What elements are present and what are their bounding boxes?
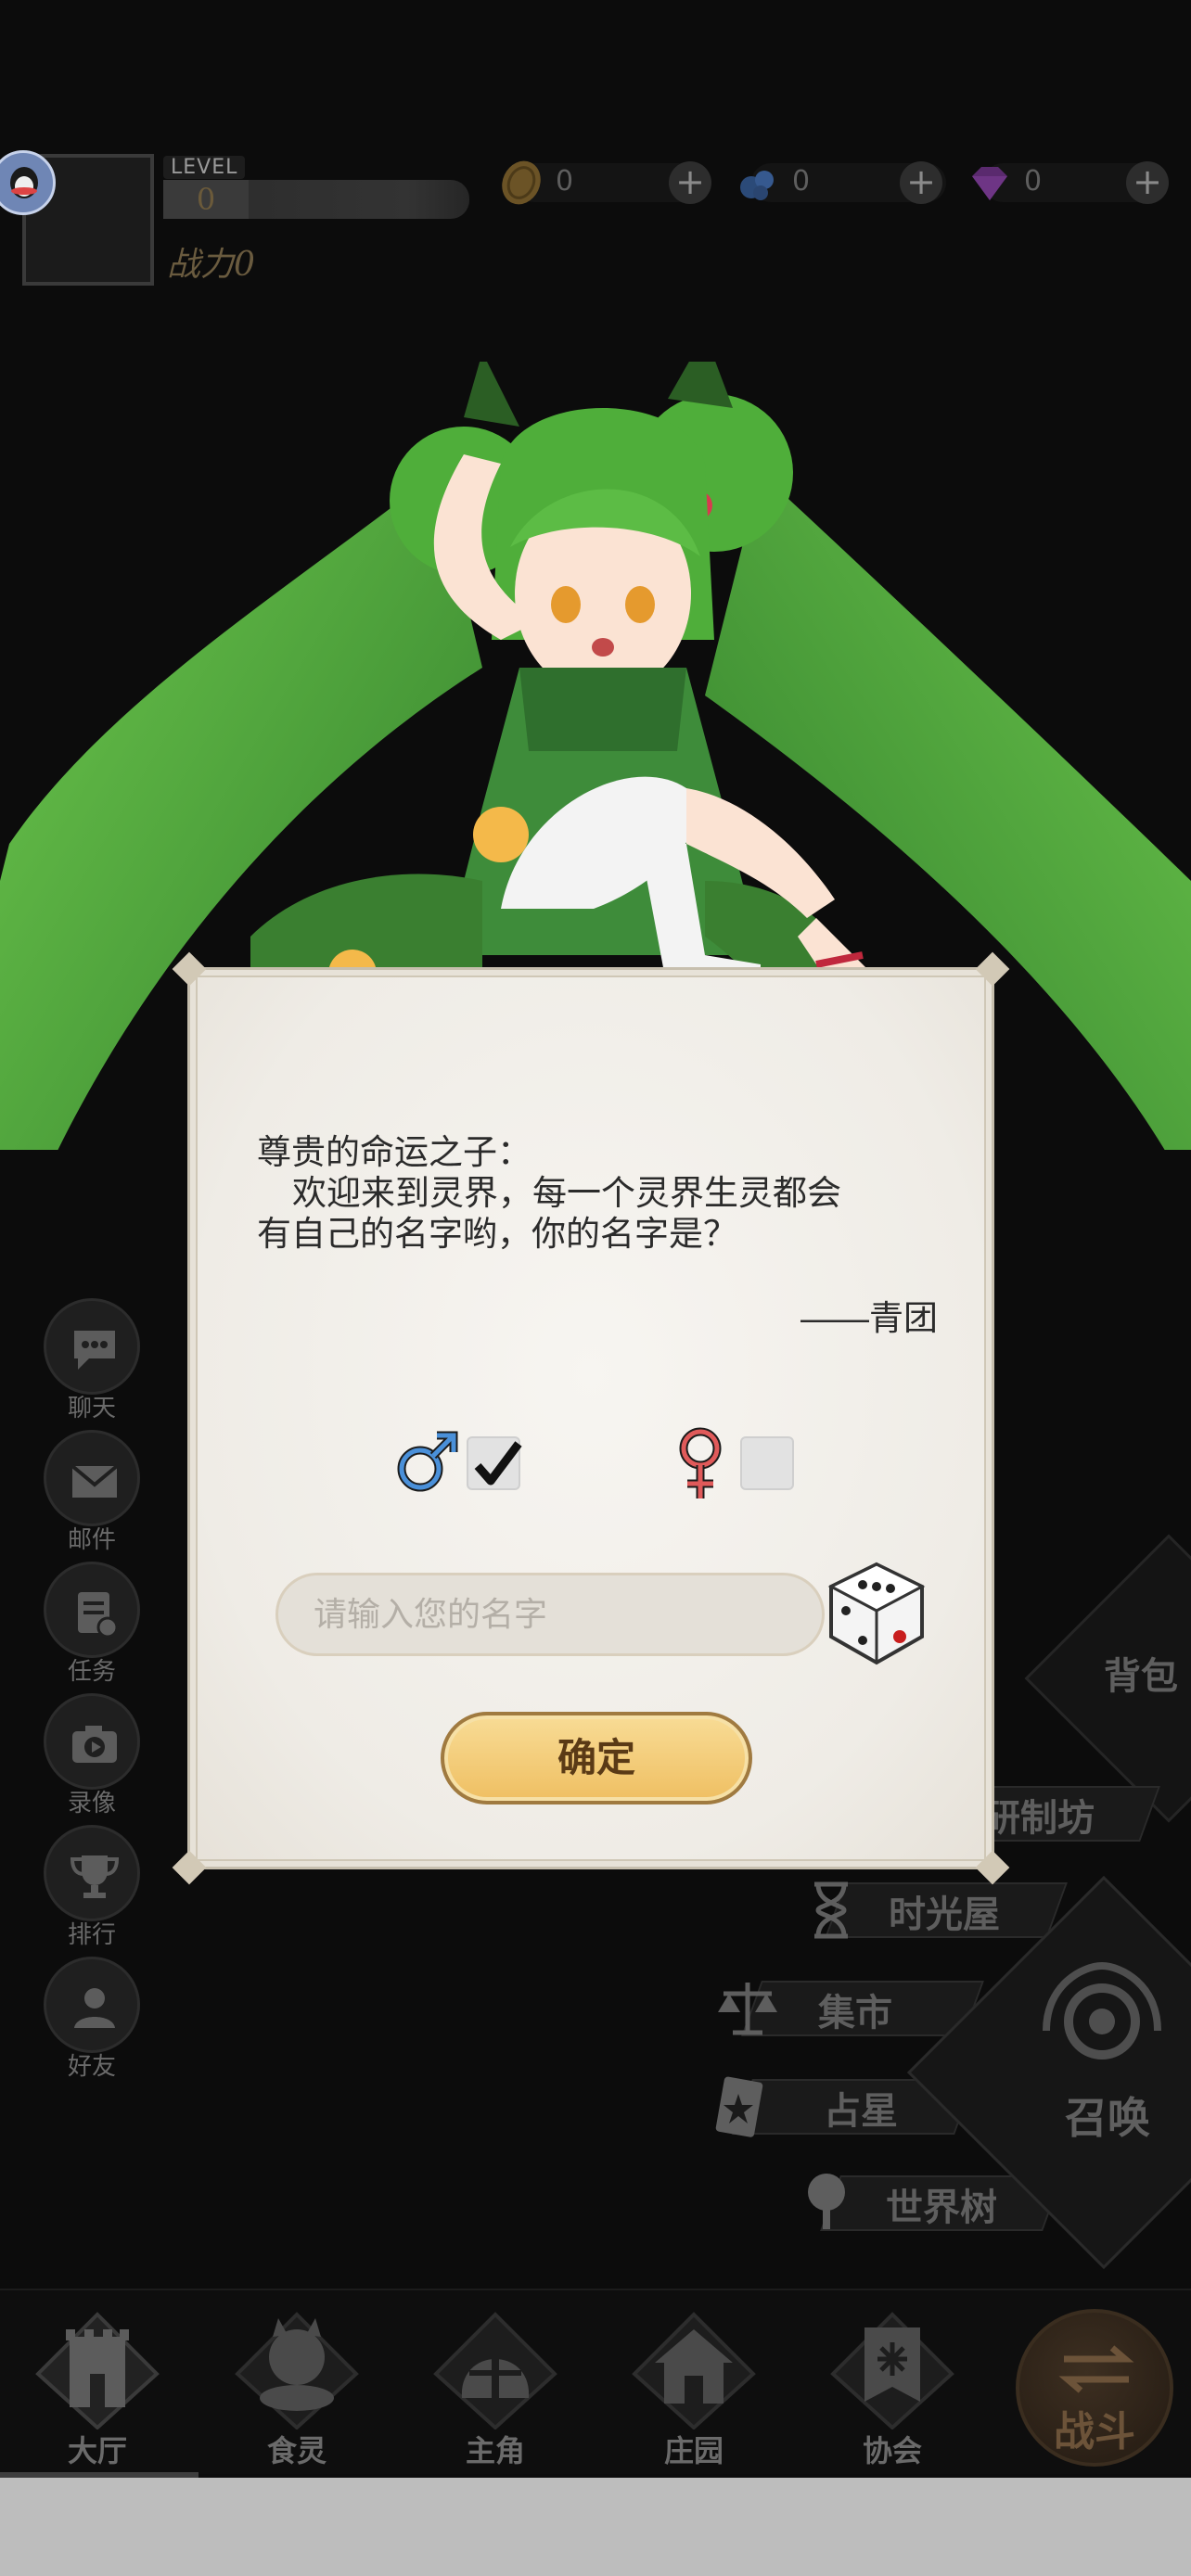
coin-icon [502, 160, 541, 205]
system-home-bar [0, 2478, 1191, 2576]
welcome-message: 尊贵的命运之子： 欢迎来到灵界，每一个灵界生灵都会 有自己的名字哟，你的名字是？ [257, 1132, 943, 1255]
market-button[interactable]: 集市 [714, 1975, 984, 2042]
mail-icon [70, 1464, 119, 1498]
gold-value: 0 [556, 165, 574, 198]
friends-button[interactable]: 好友 [41, 1957, 143, 2082]
summon-emblem-icon [1043, 1961, 1161, 2060]
gem-value: 0 [1024, 165, 1043, 198]
greeting-line: 尊贵的命运之子： [257, 1133, 531, 1171]
gem-resource: 0 + [965, 158, 1187, 208]
welcome-line: 欢迎来到灵界，每一个灵界生灵都会 [292, 1174, 841, 1212]
blue-orb-icon [740, 171, 774, 200]
name-question-line: 有自己的名字哟，你的名字是？ [257, 1215, 737, 1253]
tab-guild[interactable]: 协会 [800, 2290, 985, 2476]
tab-manor[interactable]: 庄园 [601, 2290, 787, 2476]
combat-power: 战力0 [167, 246, 255, 284]
bag-button[interactable]: 背包 [1104, 1646, 1178, 1700]
male-checkbox[interactable] [467, 1436, 522, 1490]
gold-resource: 0 + [496, 158, 719, 208]
energy-resource: 0 + [733, 158, 955, 208]
top-hud: LEVEL 0 战力0 0 + 0 + 0 + [0, 139, 1191, 297]
level-label: LEVEL [163, 156, 246, 179]
chat-button[interactable]: 聊天 [41, 1298, 143, 1423]
battle-button[interactable]: 战斗 [1016, 2309, 1173, 2467]
quest-button[interactable]: 任务 [41, 1562, 143, 1687]
confirm-button[interactable]: 确定 [441, 1712, 752, 1804]
female-icon [679, 1427, 722, 1498]
female-checkbox[interactable] [740, 1436, 794, 1490]
swap-arrows-icon [1058, 2345, 1134, 2393]
name-input[interactable] [275, 1573, 825, 1656]
bottom-nav: 大厅 食灵 主角 庄园 协会 战斗 [0, 2289, 1191, 2478]
checkmark-icon [474, 1441, 522, 1486]
tarot-card-icon [715, 2076, 763, 2137]
clipboard-icon [78, 1592, 119, 1639]
scales-icon [718, 1983, 777, 2035]
add-gold-button[interactable]: + [669, 161, 711, 204]
message-signature: ——青团 [800, 1299, 938, 1337]
tab-food-spirits[interactable]: 食灵 [204, 2290, 390, 2476]
male-icon [397, 1431, 458, 1492]
tab-protagonist[interactable]: 主角 [403, 2290, 588, 2476]
hourglass-icon [814, 1881, 848, 1939]
replay-button[interactable]: 录像 [41, 1693, 143, 1818]
tree-icon [808, 2174, 845, 2229]
random-name-dice-icon[interactable] [826, 1559, 928, 1670]
house-icon [632, 2312, 756, 2429]
chat-bubble-icon [74, 1331, 115, 1370]
energy-value: 0 [792, 165, 811, 198]
cat-spirit-icon [235, 2312, 359, 2429]
mail-button[interactable]: 邮件 [41, 1430, 143, 1555]
tab-lobby[interactable]: 大厅 [5, 2290, 190, 2476]
castle-icon [35, 2312, 160, 2429]
purple-gem-icon [972, 167, 1007, 200]
ranking-button[interactable]: 排行 [41, 1825, 143, 1950]
camera-icon [72, 1726, 117, 1763]
friends-icon [74, 1988, 115, 2028]
add-gem-button[interactable]: + [1126, 161, 1169, 204]
name-entry-dialog: 尊贵的命运之子： 欢迎来到灵界，每一个灵界生灵都会 有自己的名字哟，你的名字是？… [172, 951, 1010, 1885]
time-house-button[interactable]: 时光屋 [798, 1877, 1068, 1944]
trophy-icon [70, 1855, 120, 1898]
summon-button[interactable]: 召唤 [1065, 2085, 1150, 2146]
level-value: 0 [163, 180, 249, 219]
helmet-icon [433, 2312, 557, 2429]
add-energy-button[interactable]: + [900, 161, 942, 204]
guild-banner-icon [830, 2312, 954, 2429]
